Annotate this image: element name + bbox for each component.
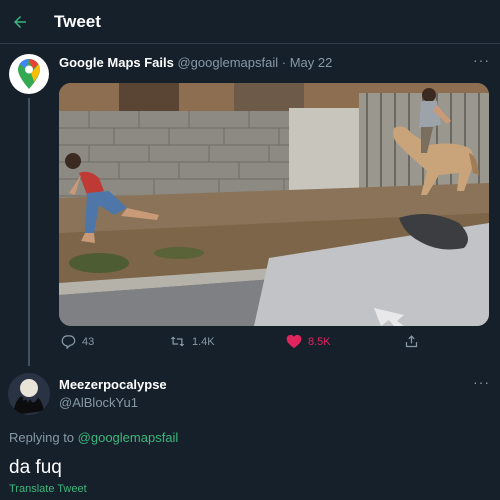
reply-author-avatar[interactable] xyxy=(8,373,50,415)
replying-to: Replying to @googlemapsfail xyxy=(9,430,178,445)
reply-button[interactable]: 43 xyxy=(61,334,94,349)
back-arrow-icon xyxy=(14,15,26,28)
replying-prefix: Replying to xyxy=(9,430,75,445)
share-icon xyxy=(405,335,418,348)
share-button[interactable] xyxy=(404,334,419,349)
thread-line xyxy=(28,98,30,366)
replying-to-link[interactable]: @googlemapsfail xyxy=(78,430,179,445)
tweet-header: Google Maps Fails @googlemapsfail · May … xyxy=(59,55,332,70)
like-count: 8.5K xyxy=(308,335,331,348)
author-handle[interactable]: @googlemapsfail xyxy=(177,55,278,70)
like-button[interactable]: 8.5K xyxy=(286,334,331,349)
reply-text: da fuq xyxy=(9,457,62,478)
page-title: Tweet xyxy=(54,11,101,31)
tweet-date[interactable]: May 22 xyxy=(290,55,333,70)
retweet-icon xyxy=(170,336,185,347)
reply-author-name[interactable]: Meezerpocalypse xyxy=(59,377,167,392)
reply-count: 43 xyxy=(82,335,95,348)
more-icon[interactable]: ··· xyxy=(473,52,490,68)
google-maps-pin-icon xyxy=(18,59,40,89)
author-avatar[interactable] xyxy=(9,54,49,94)
top-bar: Tweet xyxy=(0,0,500,44)
avatar-image xyxy=(8,373,50,415)
tweet-photo[interactable] xyxy=(59,83,489,326)
more-icon[interactable]: ··· xyxy=(473,374,490,390)
street-view-photo xyxy=(59,83,489,326)
retweet-count: 1.4K xyxy=(192,335,215,348)
tweet-actions: 43 1.4K 8.5K xyxy=(59,334,489,356)
separator: · xyxy=(278,55,290,70)
reply-author-handle[interactable]: @AlBlockYu1 xyxy=(59,395,138,410)
reply-icon xyxy=(61,335,76,349)
author-name[interactable]: Google Maps Fails xyxy=(59,55,174,70)
back-button[interactable] xyxy=(0,2,40,42)
heart-icon xyxy=(286,334,302,349)
translate-tweet-link[interactable]: Translate Tweet xyxy=(9,483,87,495)
retweet-button[interactable]: 1.4K xyxy=(169,334,215,349)
